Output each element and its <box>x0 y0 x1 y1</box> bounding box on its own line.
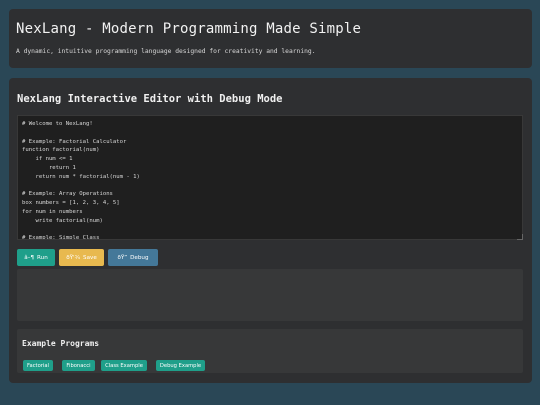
debug-label: Debug <box>130 254 149 261</box>
example-class-button[interactable]: Class Example <box>101 360 147 371</box>
example-fibonacci-button[interactable]: Fibonacci <box>62 360 95 371</box>
editor-card: NexLang Interactive Editor with Debug Mo… <box>9 78 532 383</box>
save-label: Save <box>83 254 97 261</box>
output-panel <box>17 269 523 321</box>
run-label: Run <box>37 254 48 261</box>
resize-handle-icon[interactable] <box>517 234 523 240</box>
examples-title: Example Programs <box>22 339 100 348</box>
debug-button[interactable]: ðŸ” Debug <box>108 249 158 266</box>
run-icon: â–¶ <box>24 254 35 261</box>
header: NexLang - Modern Programming Made Simple… <box>9 9 532 68</box>
save-icon: ðŸ'¾ <box>66 254 81 261</box>
example-debug-button[interactable]: Debug Example <box>156 360 205 371</box>
run-button[interactable]: â–¶ Run <box>17 249 55 266</box>
code-editor[interactable]: # Welcome to NexLang! # Example: Factori… <box>17 115 523 240</box>
page-subtitle: A dynamic, intuitive programming languag… <box>16 48 316 55</box>
debug-icon: ðŸ” <box>117 254 128 261</box>
example-factorial-button[interactable]: Factorial <box>23 360 53 371</box>
page-title: NexLang - Modern Programming Made Simple <box>16 21 362 37</box>
save-button[interactable]: ðŸ'¾ Save <box>59 249 104 266</box>
editor-title: NexLang Interactive Editor with Debug Mo… <box>17 93 283 105</box>
examples-panel: Example Programs Factorial Fibonacci Cla… <box>17 329 523 373</box>
